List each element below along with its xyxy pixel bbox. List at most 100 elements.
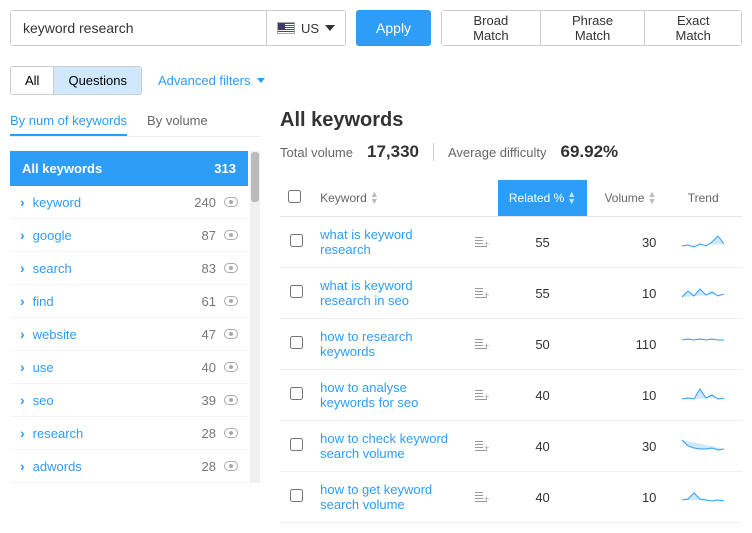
- keyword-group-count: 87: [182, 228, 216, 243]
- keyword-link[interactable]: how to research keywords: [312, 319, 467, 370]
- keyword-group-row[interactable]: ›find61: [10, 285, 248, 318]
- phrase-match-button[interactable]: Phrase Match: [541, 11, 646, 45]
- keyword-group-row[interactable]: › search83: [10, 252, 248, 285]
- scrollbar-thumb[interactable]: [251, 152, 259, 202]
- keyword-link[interactable]: how to check keyword search volume: [312, 421, 467, 472]
- trend-sparkline: [682, 334, 724, 352]
- keyword-group-row[interactable]: ›seo39: [10, 384, 248, 417]
- col-related[interactable]: Related %▲▼: [498, 180, 587, 217]
- keyword-group-all-count: 313: [214, 161, 236, 176]
- eye-icon[interactable]: [224, 197, 238, 207]
- sidebar-scrollbar[interactable]: [250, 151, 260, 483]
- keyword-group-count: 47: [182, 327, 216, 342]
- keyword-group-row[interactable]: ›google87: [10, 219, 248, 252]
- add-to-list-icon[interactable]: [475, 286, 487, 298]
- exact-match-button[interactable]: Exact Match: [645, 11, 741, 45]
- col-keyword-label: Keyword: [320, 191, 367, 205]
- col-addlist: [467, 180, 498, 217]
- row-checkbox[interactable]: [290, 234, 303, 247]
- keyword-group-name: seo: [33, 393, 182, 408]
- col-keyword[interactable]: Keyword▲▼: [312, 180, 467, 217]
- eye-icon[interactable]: [224, 428, 238, 438]
- col-related-label: Related %: [509, 191, 564, 205]
- keyword-group-row[interactable]: ›research28: [10, 417, 248, 450]
- keyword-group-row[interactable]: ›adwords28: [10, 450, 248, 483]
- keyword-group-all[interactable]: All keywords 313: [10, 151, 248, 186]
- keyword-link[interactable]: how to get keyword search volume: [312, 472, 467, 523]
- tab-by-num-keywords[interactable]: By num of keywords: [10, 107, 127, 136]
- keyword-link[interactable]: what is keyword research in seo: [312, 268, 467, 319]
- keyword-group-name: keyword: [33, 195, 182, 210]
- trend-sparkline: [682, 385, 724, 403]
- search-input[interactable]: [11, 11, 266, 45]
- total-volume-value: 17,330: [367, 142, 419, 162]
- eye-icon[interactable]: [224, 296, 238, 306]
- stats-divider: [433, 143, 434, 161]
- sort-icon: ▲▼: [567, 191, 576, 205]
- add-to-list-icon[interactable]: [475, 337, 487, 349]
- related-value: 40: [498, 421, 587, 472]
- keyword-group-count: 83: [182, 261, 216, 276]
- segment-questions[interactable]: Questions: [53, 67, 141, 94]
- row-checkbox[interactable]: [290, 336, 303, 349]
- select-all-checkbox[interactable]: [288, 190, 301, 203]
- apply-button[interactable]: Apply: [356, 10, 431, 46]
- keyword-group-all-label: All keywords: [22, 161, 102, 176]
- segment-all[interactable]: All: [11, 67, 53, 94]
- advanced-filters-link[interactable]: Advanced filters: [158, 73, 265, 88]
- keyword-group-count: 39: [182, 393, 216, 408]
- volume-value: 30: [587, 217, 665, 268]
- chevron-right-icon: ›: [20, 194, 25, 210]
- eye-icon[interactable]: [224, 362, 238, 372]
- eye-icon[interactable]: [224, 263, 238, 273]
- keyword-group-row[interactable]: › keyword240: [10, 186, 248, 219]
- row-checkbox[interactable]: [290, 438, 303, 451]
- keyword-group-name: research: [33, 426, 182, 441]
- eye-icon[interactable]: [224, 230, 238, 240]
- row-checkbox[interactable]: [290, 285, 303, 298]
- country-select[interactable]: US: [266, 11, 345, 45]
- avg-difficulty-label: Average difficulty: [448, 145, 547, 160]
- keyword-group-name: search: [33, 261, 182, 276]
- match-mode-group: Broad Match Phrase Match Exact Match: [441, 10, 742, 46]
- row-checkbox[interactable]: [290, 387, 303, 400]
- chevron-right-icon: ›: [20, 359, 25, 375]
- eye-icon[interactable]: [224, 395, 238, 405]
- col-trend-label: Trend: [688, 191, 719, 205]
- avg-difficulty-value: 69.92%: [561, 142, 619, 162]
- related-value: 50: [498, 319, 587, 370]
- table-row: how to analyse keywords for seo4010: [280, 370, 742, 421]
- chevron-right-icon: ›: [20, 260, 25, 276]
- add-to-list-icon[interactable]: [475, 490, 487, 502]
- col-volume[interactable]: Volume▲▼: [587, 180, 665, 217]
- country-code: US: [301, 21, 319, 36]
- add-to-list-icon[interactable]: [475, 388, 487, 400]
- chevron-right-icon: ›: [20, 326, 25, 342]
- add-to-list-icon[interactable]: [475, 439, 487, 451]
- tab-by-volume[interactable]: By volume: [147, 107, 208, 136]
- keyword-link[interactable]: how to analyse keywords for seo: [312, 370, 467, 421]
- keyword-group-row[interactable]: ›website47: [10, 318, 248, 351]
- chevron-right-icon: ›: [20, 293, 25, 309]
- volume-value: 10: [587, 472, 665, 523]
- trend-sparkline: [682, 436, 724, 454]
- table-row: how to research keywords50110: [280, 319, 742, 370]
- keyword-group-name: find: [33, 294, 182, 309]
- keyword-link[interactable]: what is keyword research: [312, 217, 467, 268]
- row-checkbox[interactable]: [290, 489, 303, 502]
- keyword-group-count: 240: [182, 195, 216, 210]
- eye-icon[interactable]: [224, 461, 238, 471]
- col-trend[interactable]: Trend: [664, 180, 742, 217]
- keyword-group-count: 40: [182, 360, 216, 375]
- eye-icon[interactable]: [224, 329, 238, 339]
- chevron-right-icon: ›: [20, 227, 25, 243]
- flag-us-icon: [277, 22, 295, 34]
- sidebar-sort-tabs: By num of keywords By volume: [10, 107, 260, 137]
- chevron-right-icon: ›: [20, 458, 25, 474]
- broad-match-button[interactable]: Broad Match: [442, 11, 541, 45]
- results-title: All keywords: [280, 109, 742, 132]
- keyword-group-row[interactable]: ›use40: [10, 351, 248, 384]
- add-to-list-icon[interactable]: [475, 235, 487, 247]
- advanced-filters-label: Advanced filters: [158, 73, 251, 88]
- search-group: US: [10, 10, 346, 46]
